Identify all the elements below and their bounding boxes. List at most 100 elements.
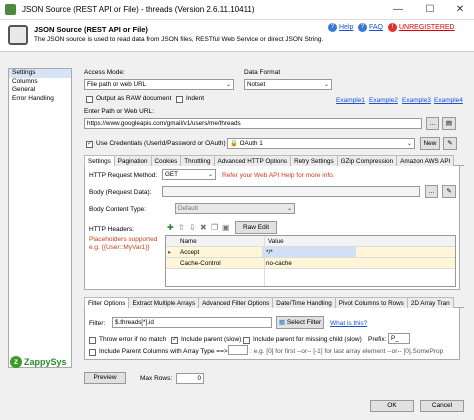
zappysys-logo: z ZappySys: [10, 356, 76, 370]
headers-toolbar: ✚ ⇧ ⇩ ✖ ❐ ▣ Raw Edit: [165, 221, 455, 234]
output-raw-label: Output as RAW document: [96, 95, 172, 102]
data-format-select[interactable]: Notset ⌄: [244, 79, 332, 90]
browse-button[interactable]: …: [426, 117, 439, 130]
headers-label: HTTP Headers:: [89, 226, 135, 233]
prefix-label: Prefix:: [368, 336, 387, 343]
close-button[interactable]: ✕: [446, 0, 474, 20]
title-bar: JSON Source (REST API or File) - threads…: [0, 0, 474, 20]
maximize-button[interactable]: ☐: [416, 0, 444, 20]
header-name-cell[interactable]: Accept: [180, 247, 199, 258]
header-banner: JSON Source (REST API or File) The JSON …: [0, 20, 474, 52]
move-down-icon[interactable]: ⇩: [189, 223, 196, 232]
connection-select[interactable]: 🔒 OAuth 1 ⌄: [227, 138, 415, 149]
body-browse-button[interactable]: …: [425, 185, 438, 198]
register-icon: !: [388, 23, 397, 32]
chevron-down-icon: ⌄: [406, 141, 412, 147]
content-type-select[interactable]: Default ⌄: [175, 203, 295, 214]
chevron-down-icon: ⌄: [207, 172, 213, 178]
header-value-cell[interactable]: */*: [262, 247, 356, 257]
max-rows-input[interactable]: 0: [176, 373, 204, 384]
header-name-cell[interactable]: Cache-Control: [180, 258, 221, 269]
access-mode-select[interactable]: File path or web URL ⌄: [84, 79, 234, 90]
example4-link[interactable]: Example4: [434, 97, 463, 104]
unregistered-link[interactable]: UNREGISTERED: [399, 24, 455, 31]
copy-icon[interactable]: ❐: [211, 223, 218, 232]
chevron-down-icon: ⌄: [286, 206, 292, 212]
header-value-cell[interactable]: no-cache: [266, 258, 292, 269]
raw-edit-label: Raw Edit: [242, 224, 269, 231]
example1-link[interactable]: Example1: [336, 97, 365, 104]
example2-link[interactable]: Example2: [369, 97, 398, 104]
component-description: The JSON source is used to read data fro…: [34, 36, 324, 43]
include-parent-cols-checkbox[interactable]: [89, 349, 96, 356]
placeholder-hint: Placeholders supported e.g. {{User::MyVa…: [89, 236, 158, 251]
cancel-button[interactable]: Cancel: [420, 400, 464, 412]
grid-divider: [264, 236, 265, 286]
table-row[interactable]: Cache-Control no-cache: [166, 258, 455, 269]
edit-connection-icon[interactable]: ✎: [443, 137, 457, 150]
move-up-icon[interactable]: ⇧: [178, 223, 185, 232]
url-label: Enter Path or Web URL:: [84, 108, 154, 115]
add-icon[interactable]: ✚: [167, 223, 174, 232]
preview-button[interactable]: Preview: [84, 372, 126, 384]
filter-input[interactable]: $.threads[*].id: [112, 317, 272, 328]
body-input[interactable]: [162, 186, 420, 197]
nav-columns[interactable]: Columns: [9, 78, 71, 87]
select-filter-button[interactable]: ▦ Select Filter: [276, 316, 324, 329]
new-connection-button[interactable]: New: [420, 137, 440, 150]
app-icon: [5, 4, 16, 15]
indent-checkbox[interactable]: [176, 96, 183, 103]
faq-link[interactable]: FAQ: [369, 24, 383, 31]
include-parent-cols-label: Include Parent Columns with Array Type =…: [99, 348, 244, 355]
chevron-down-icon: ⌄: [225, 82, 231, 88]
access-mode-value: File path or web URL: [87, 81, 147, 88]
col-name-header: Name: [180, 238, 197, 245]
body-label: Body (Request Data):: [89, 189, 152, 196]
filter-tabs: Filter Options Extract Multiple Arrays Adv…: [84, 297, 464, 309]
nav-error-handling[interactable]: Error Handling: [9, 95, 71, 104]
help-link[interactable]: Help: [339, 24, 353, 31]
throw-error-label: Throw error if no match: [99, 336, 167, 343]
raw-edit-button[interactable]: Raw Edit: [235, 221, 277, 234]
data-format-value: Notset: [247, 81, 266, 88]
use-credentials-checkbox[interactable]: [86, 139, 93, 148]
include-parent-missing-checkbox[interactable]: [243, 337, 250, 344]
include-parent-label: Include parent (slow): [181, 336, 242, 343]
include-parent-missing-label: Include parent for missing child (slow): [253, 336, 362, 343]
component-icon: [8, 25, 28, 45]
delete-icon[interactable]: ✖: [200, 223, 207, 232]
faq-icon: ?: [358, 23, 367, 32]
select-filter-label: Select Filter: [286, 319, 322, 326]
headers-grid: Name Value ▸ Accept */* Cache-Control no…: [165, 235, 456, 287]
logo-text: ZappySys: [24, 357, 67, 367]
include-parent-checkbox[interactable]: [171, 335, 178, 344]
connection-value: OAuth 1: [239, 140, 263, 147]
max-rows-label: Max Rows:: [140, 375, 173, 382]
nav-settings[interactable]: Settings: [9, 69, 71, 78]
body-edit-icon[interactable]: ✎: [442, 185, 456, 198]
col-value-header: Value: [268, 238, 284, 245]
content-type-label: Body Content Type:: [89, 206, 146, 213]
method-select[interactable]: GET ⌄: [162, 169, 216, 180]
url-options-button[interactable]: ▤: [442, 117, 456, 130]
minimize-button[interactable]: —: [384, 0, 412, 20]
paste-icon[interactable]: ▣: [222, 223, 230, 232]
prefix-input[interactable]: P_: [388, 333, 410, 344]
method-label: HTTP Request Method:: [89, 172, 158, 179]
url-input[interactable]: https://www.googleapis.com/gmail/v1/user…: [84, 118, 422, 129]
output-raw-checkbox[interactable]: [86, 96, 93, 103]
access-mode-label: Access Mode:: [84, 69, 125, 76]
row-selector-icon: ▸: [168, 249, 172, 256]
ok-button[interactable]: OK: [370, 400, 414, 412]
logo-icon: z: [10, 356, 22, 368]
what-is-this-link[interactable]: What is this?: [330, 320, 367, 327]
nav-general[interactable]: General: [9, 86, 71, 95]
method-hint: Refer your Web API Help for more info.: [222, 172, 335, 179]
filter-label: Filter:: [89, 320, 106, 327]
example3-link[interactable]: Example3: [402, 97, 431, 104]
array-filter-input[interactable]: [228, 345, 248, 355]
window-title: JSON Source (REST API or File) - threads…: [22, 5, 255, 14]
table-row[interactable]: ▸ Accept */*: [166, 247, 455, 258]
component-title: JSON Source (REST API or File): [34, 25, 148, 34]
throw-error-checkbox[interactable]: [89, 337, 96, 344]
